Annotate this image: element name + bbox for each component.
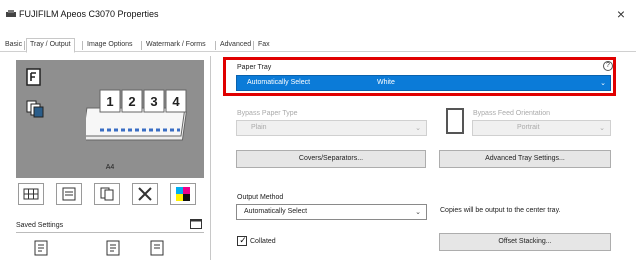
close-button[interactable]: × [612,5,630,23]
copies-button[interactable] [94,183,120,205]
chevron-down-icon: ⌄ [415,209,421,216]
tab-basic[interactable]: Basic [2,39,25,52]
print-preview: 1 2 3 4 A4 [16,60,204,178]
page-number: 4 [172,94,180,109]
paper-tray-label: Paper Tray [237,64,272,71]
paper-size-label: A4 [105,164,115,171]
tray-icon [62,187,76,201]
covers-separators-button[interactable]: Covers/Separators... [236,150,426,168]
output-method-label: Output Method [237,194,284,201]
bypass-feed-orientation-value: Portrait [517,124,540,131]
title-bar: FUJIFILM Apeos C3070 Properties × [0,0,636,28]
page-number: 2 [128,94,135,109]
tab-advanced[interactable]: Advanced [217,39,254,52]
output-method-select[interactable]: Automatically Select ⌄ [236,204,427,220]
advanced-tray-settings-button[interactable]: Advanced Tray Settings... [439,150,611,168]
help-icon[interactable]: ? [603,61,613,71]
document-icon[interactable] [150,240,164,256]
page-stack-illustration: 1 2 3 4 [86,89,187,141]
tab-separator [253,41,254,50]
chevron-down-icon: ⌄ [415,125,421,132]
bypass-paper-type-value: Plain [251,124,267,131]
paper-tray-select[interactable]: Automatically Select White ⌄ [236,75,611,91]
tools-button[interactable] [132,183,158,205]
divider [16,232,204,233]
tools-icon [138,187,152,201]
paper-tray-value: Automatically Select [247,79,311,86]
collated-label: Collated [250,238,276,245]
chevron-down-icon: ⌄ [600,80,606,87]
color-icon [176,187,190,201]
chevron-down-icon: ⌄ [599,125,605,132]
document-icon[interactable] [106,240,120,256]
tab-separator [215,41,216,50]
simplex-page-icon [26,68,41,86]
layout-button[interactable] [18,183,44,205]
output-method-note: Copies will be output to the center tray… [440,207,561,214]
bypass-feed-orientation-label: Bypass Feed Orientation [473,110,551,117]
saved-settings-label: Saved Settings [16,222,64,229]
tab-strip: Basic Tray / Output Image Options Waterm… [0,38,636,53]
grid-layout-icon [23,188,39,200]
color-button[interactable] [170,183,196,205]
output-method-value: Automatically Select [244,208,308,215]
collated-checkbox[interactable]: ✓ [237,235,247,246]
copies-icon [26,100,44,118]
offset-stacking-button[interactable]: Offset Stacking... [439,233,611,251]
pane-divider [210,56,211,260]
printer-icon [6,10,16,17]
tab-separator [24,41,25,50]
tray-button[interactable] [56,183,82,205]
check-icon: ✓ [239,235,247,245]
copies-stack-icon [100,187,114,201]
document-icon[interactable] [34,240,48,256]
tab-image-options[interactable]: Image Options [84,39,136,52]
tab-fax[interactable]: Fax [255,39,273,52]
tab-separator [141,41,142,50]
bypass-paper-type-label: Bypass Paper Type [237,110,298,117]
window-title: FUJIFILM Apeos C3070 Properties [19,9,159,19]
bypass-feed-orientation-select: Portrait ⌄ [472,120,611,136]
paper-tray-color: White [377,79,395,86]
bypass-paper-type-select: Plain ⌄ [236,120,427,136]
portrait-orientation-icon [446,108,464,134]
page-number: 1 [106,94,113,109]
page-number: 3 [150,94,157,109]
tab-watermark-forms[interactable]: Watermark / Forms [143,39,209,52]
saved-settings-icon[interactable] [190,219,202,229]
tab-tray-output[interactable]: Tray / Output [26,38,75,53]
tab-separator [82,41,83,50]
